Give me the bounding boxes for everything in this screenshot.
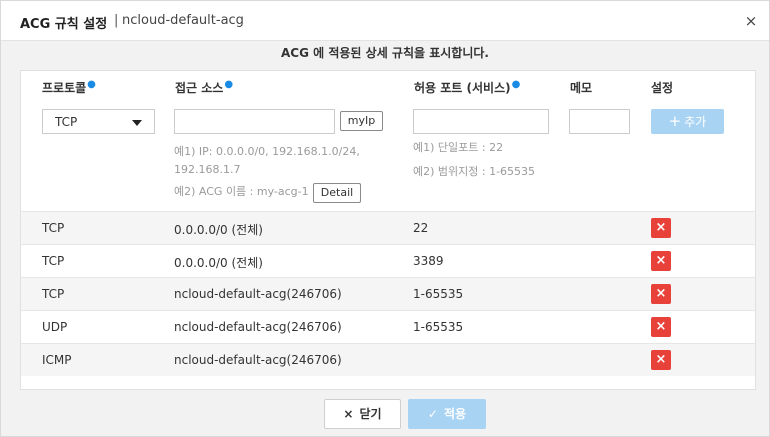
delete-rule-icon[interactable]: × bbox=[651, 251, 671, 271]
acg-name: ncloud-default-acg bbox=[122, 13, 244, 28]
protocol-select-value: TCP bbox=[55, 115, 78, 129]
rule-port: 1-65535 bbox=[413, 320, 464, 334]
rule-row: TCP 0.0.0.0/0 (전체) 3389 × bbox=[21, 244, 755, 277]
title-separator: | bbox=[114, 13, 119, 28]
column-setting-label: 설정 bbox=[651, 81, 674, 95]
dialog-titlebar: ACG 규칙 설정 | ncloud-default-acg × bbox=[1, 1, 769, 41]
column-setting: 설정 bbox=[651, 79, 673, 96]
port-hint-2: 예2) 범위지정 : 1-65535 bbox=[413, 165, 536, 178]
rule-protocol: TCP bbox=[42, 254, 65, 268]
column-protocol-label: 프로토콜 bbox=[42, 81, 87, 95]
column-memo: 메모 bbox=[570, 79, 592, 96]
acg-rule-dialog: ACG 규칙 설정 | ncloud-default-acg × ACG 에 적… bbox=[0, 0, 770, 437]
close-icon[interactable]: × bbox=[743, 13, 759, 29]
close-icon: × bbox=[343, 407, 354, 421]
source-hint-2: 예2) ACG 이름 : my-acg-1 bbox=[174, 185, 309, 198]
port-hint-1: 예1) 단일포트 : 22 bbox=[413, 141, 504, 154]
dialog-description: ACG 에 적용된 상세 규칙을 표시합니다. bbox=[281, 46, 489, 60]
rule-source: ncloud-default-acg(246706) bbox=[174, 353, 342, 367]
rule-row: TCP ncloud-default-acg(246706) 1-65535 × bbox=[21, 277, 755, 310]
source-hint-1: 예1) IP: 0.0.0.0/0, 192.168.1.0/24, bbox=[174, 145, 360, 158]
column-port: 허용 포트 (서비스)● bbox=[414, 79, 520, 96]
column-protocol: 프로토콜● bbox=[42, 79, 96, 96]
plus-icon: + bbox=[668, 112, 682, 130]
check-icon: ✓ bbox=[427, 407, 438, 421]
delete-rule-icon[interactable]: × bbox=[651, 317, 671, 337]
rule-port: 22 bbox=[413, 221, 429, 235]
protocol-select[interactable]: TCP bbox=[42, 109, 155, 134]
apply-button-label: 적용 bbox=[443, 407, 467, 421]
rule-protocol: ICMP bbox=[42, 353, 72, 367]
required-icon: ● bbox=[511, 79, 521, 90]
rule-source: 0.0.0.0/0 (전체) bbox=[174, 223, 263, 237]
rule-row: ICMP ncloud-default-acg(246706) × bbox=[21, 343, 755, 376]
delete-rule-icon[interactable]: × bbox=[651, 218, 671, 238]
close-button[interactable]: × 닫기 bbox=[324, 399, 401, 429]
dialog-title: ACG 규칙 설정 bbox=[20, 17, 108, 32]
rule-row: TCP 0.0.0.0/0 (전체) 22 × bbox=[21, 211, 755, 244]
rule-protocol: TCP bbox=[42, 221, 65, 235]
myip-button[interactable]: myIp bbox=[340, 111, 383, 131]
add-rule-button[interactable]: + 추가 bbox=[651, 109, 724, 134]
rules-panel: 프로토콜● 접근 소스● 허용 포트 (서비스)● 메모 설정 TCP myIp… bbox=[20, 70, 756, 390]
delete-rule-icon[interactable]: × bbox=[651, 284, 671, 304]
memo-input[interactable] bbox=[569, 109, 630, 134]
rule-port: 1-65535 bbox=[413, 287, 464, 301]
close-button-label: 닫기 bbox=[359, 407, 382, 421]
port-input[interactable] bbox=[413, 109, 549, 134]
column-port-label: 허용 포트 (서비스) bbox=[414, 81, 511, 95]
delete-rule-icon[interactable]: × bbox=[651, 350, 671, 370]
rule-source: 0.0.0.0/0 (전체) bbox=[174, 256, 263, 270]
required-icon: ● bbox=[87, 79, 96, 90]
caret-down-icon bbox=[132, 120, 142, 126]
detail-button[interactable]: Detail bbox=[313, 183, 361, 203]
source-input[interactable] bbox=[174, 109, 335, 134]
rule-source: ncloud-default-acg(246706) bbox=[174, 287, 342, 301]
rule-protocol: UDP bbox=[42, 320, 68, 334]
column-source-label: 접근 소스 bbox=[175, 81, 224, 95]
rule-row: UDP ncloud-default-acg(246706) 1-65535 × bbox=[21, 310, 755, 343]
column-source: 접근 소스● bbox=[175, 79, 233, 96]
apply-button[interactable]: ✓ 적용 bbox=[408, 399, 486, 429]
rule-port: 3389 bbox=[413, 254, 444, 268]
rule-protocol: TCP bbox=[42, 287, 65, 301]
source-hint-1b: 192.168.1.7 bbox=[174, 163, 241, 176]
column-memo-label: 메모 bbox=[570, 81, 593, 95]
add-rule-label: 추가 bbox=[684, 115, 707, 129]
rule-source: ncloud-default-acg(246706) bbox=[174, 320, 342, 334]
required-icon: ● bbox=[224, 79, 234, 90]
